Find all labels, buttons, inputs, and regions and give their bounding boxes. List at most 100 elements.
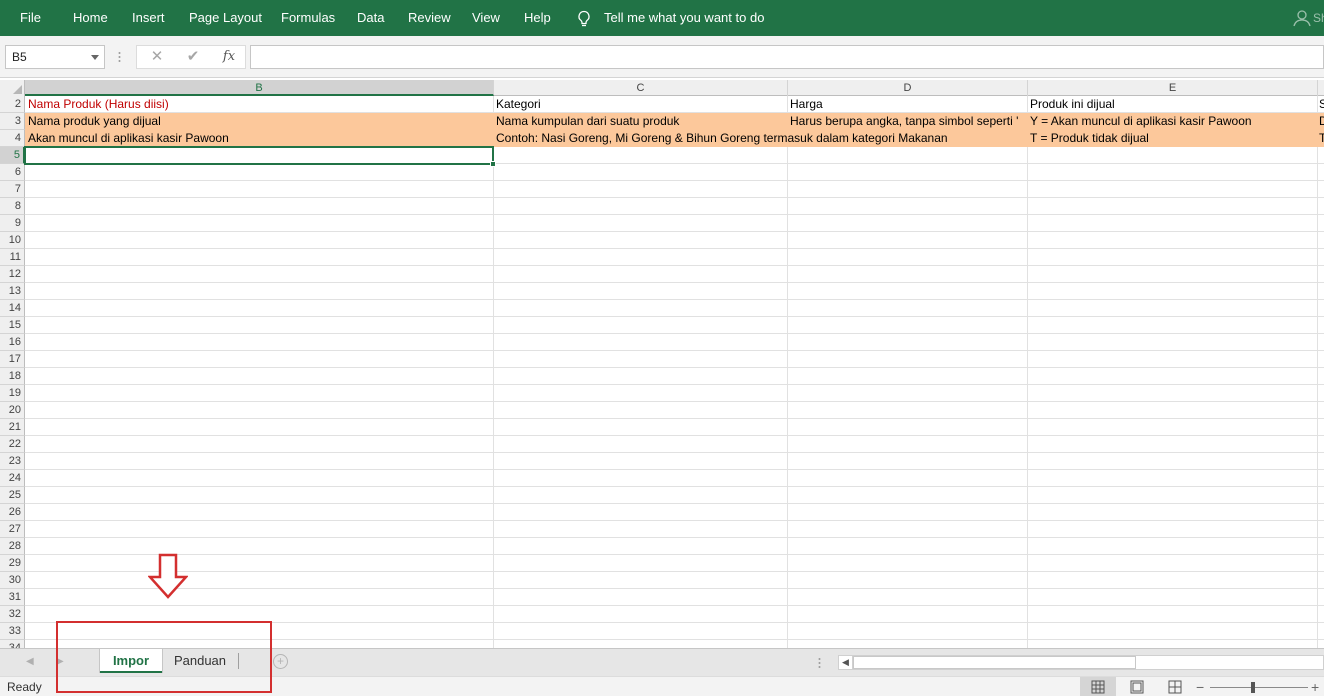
row-header-24[interactable]: 24: [0, 470, 25, 487]
row-header-3[interactable]: 3: [0, 113, 25, 130]
row-header-6[interactable]: 6: [0, 164, 25, 181]
row-header-18[interactable]: 18: [0, 368, 25, 385]
row-header-29[interactable]: 29: [0, 555, 25, 572]
drag-handle-icon[interactable]: [118, 51, 121, 63]
zoom-out-button[interactable]: −: [1196, 677, 1204, 696]
row-header-9[interactable]: 9: [0, 215, 25, 232]
row-header-16[interactable]: 16: [0, 334, 25, 351]
cell-c3[interactable]: Nama kumpulan dari suatu produk: [493, 113, 787, 130]
row-header-28[interactable]: 28: [0, 538, 25, 555]
gridline-horizontal: [25, 469, 1324, 470]
scrollbar-thumb[interactable]: [853, 656, 1136, 669]
tab-review[interactable]: Review: [408, 0, 451, 36]
row-header-31[interactable]: 31: [0, 589, 25, 606]
column-header-e[interactable]: E: [1028, 80, 1318, 96]
cell-b4[interactable]: Akan muncul di aplikasi kasir Pawoon: [25, 130, 493, 147]
row-header-7[interactable]: 7: [0, 181, 25, 198]
tab-insert[interactable]: Insert: [132, 0, 165, 36]
cell-b3[interactable]: Nama produk yang dijual: [25, 113, 493, 130]
cell-c2[interactable]: Kategori: [493, 96, 787, 113]
gridline-horizontal: [25, 588, 1324, 589]
gridline-horizontal: [25, 401, 1324, 402]
cancel-x-icon[interactable]: ✕: [143, 46, 171, 68]
row-header-13[interactable]: 13: [0, 283, 25, 300]
row-header-15[interactable]: 15: [0, 317, 25, 334]
row-header-30[interactable]: 30: [0, 572, 25, 589]
column-header-c[interactable]: C: [494, 80, 788, 96]
row-header-26[interactable]: 26: [0, 504, 25, 521]
page-break-view-icon[interactable]: [1157, 677, 1193, 696]
annotation-highlight-box: [56, 621, 272, 693]
tab-file[interactable]: File: [20, 0, 41, 36]
checkmark-icon[interactable]: ✔: [179, 46, 207, 68]
tab-view[interactable]: View: [472, 0, 500, 36]
row-header-2[interactable]: 2: [0, 96, 25, 113]
gridline-horizontal: [25, 486, 1324, 487]
tell-me-search[interactable]: Tell me what you want to do: [604, 0, 764, 36]
insert-function-fx-icon[interactable]: fx: [215, 46, 243, 68]
ribbon-tab-bar: File Home Insert Page Layout Formulas Da…: [0, 0, 1324, 36]
row-header-4[interactable]: 4: [0, 130, 25, 147]
gridline-horizontal: [25, 350, 1324, 351]
cell-f2[interactable]: S: [1317, 96, 1324, 113]
tab-help[interactable]: Help: [524, 0, 551, 36]
row-header-25[interactable]: 25: [0, 487, 25, 504]
scroll-left-arrow-icon[interactable]: ◀: [839, 656, 853, 669]
annotation-down-arrow-icon: [148, 553, 188, 599]
cell-e4[interactable]: T = Produk tidak dijual: [1027, 130, 1317, 147]
cell-c4[interactable]: Contoh: Nasi Goreng, Mi Goreng & Bihun G…: [493, 130, 1027, 147]
spreadsheet-grid[interactable]: B C D E 2 3 4 5 6 7 8 9 10 11 12 13 14 15 16 17 18 19 20 21…: [0, 80, 1324, 648]
scroll-left-icon[interactable]: ◀: [26, 656, 34, 667]
person-icon[interactable]: [1292, 9, 1312, 27]
gridline-horizontal: [25, 418, 1324, 419]
cell-d2[interactable]: Harga: [787, 96, 1027, 113]
row-header-12[interactable]: 12: [0, 266, 25, 283]
horizontal-scrollbar[interactable]: ◀: [838, 655, 1324, 670]
chevron-down-icon[interactable]: [91, 55, 99, 60]
cell-b2[interactable]: Nama Produk (Harus diisi): [25, 96, 493, 113]
normal-view-icon[interactable]: [1080, 677, 1116, 696]
row-header-32[interactable]: 32: [0, 606, 25, 623]
column-header-b[interactable]: B: [25, 80, 494, 96]
row-header-11[interactable]: 11: [0, 249, 25, 266]
cell-f4[interactable]: T: [1317, 130, 1324, 147]
gridline-horizontal: [25, 333, 1324, 334]
fill-handle[interactable]: [490, 161, 496, 167]
cell-e2[interactable]: Produk ini dijual: [1027, 96, 1317, 113]
cell-f3[interactable]: D: [1317, 113, 1324, 130]
zoom-slider-thumb[interactable]: [1251, 682, 1255, 693]
select-all-corner[interactable]: [0, 80, 25, 96]
row-header-8[interactable]: 8: [0, 198, 25, 215]
zoom-slider-track[interactable]: [1210, 687, 1308, 688]
cell-e3[interactable]: Y = Akan muncul di aplikasi kasir Pawoon: [1027, 113, 1317, 130]
row-header-5[interactable]: 5: [0, 147, 25, 164]
tab-page-layout[interactable]: Page Layout: [189, 0, 262, 36]
row-header-19[interactable]: 19: [0, 385, 25, 402]
selected-cell-b5[interactable]: [24, 146, 496, 167]
cell-d3[interactable]: Harus berupa angka, tanpa simbol seperti…: [787, 113, 1027, 130]
plus-circle-icon[interactable]: +: [273, 654, 288, 669]
tab-formulas[interactable]: Formulas: [281, 0, 335, 36]
row-header-10[interactable]: 10: [0, 232, 25, 249]
row-header-20[interactable]: 20: [0, 402, 25, 419]
share-label[interactable]: Sh: [1313, 0, 1324, 36]
row-header-27[interactable]: 27: [0, 521, 25, 538]
row-header-17[interactable]: 17: [0, 351, 25, 368]
row-header-21[interactable]: 21: [0, 419, 25, 436]
name-box[interactable]: B5: [5, 45, 105, 69]
row-header-23[interactable]: 23: [0, 453, 25, 470]
tab-home[interactable]: Home: [73, 0, 108, 36]
zoom-in-button[interactable]: +: [1311, 677, 1319, 696]
drag-handle-icon[interactable]: [818, 657, 821, 669]
name-box-value: B5: [12, 50, 27, 64]
formula-input[interactable]: [250, 45, 1324, 69]
formula-buttons: ✕ ✔ fx: [136, 45, 246, 69]
tab-data[interactable]: Data: [357, 0, 384, 36]
column-header-d[interactable]: D: [788, 80, 1028, 96]
row-header-22[interactable]: 22: [0, 436, 25, 453]
page-layout-view-icon[interactable]: [1119, 677, 1155, 696]
row-header-33[interactable]: 33: [0, 623, 25, 640]
gridline-horizontal: [25, 571, 1324, 572]
row-header-14[interactable]: 14: [0, 300, 25, 317]
row-header-34[interactable]: 34: [0, 640, 25, 648]
